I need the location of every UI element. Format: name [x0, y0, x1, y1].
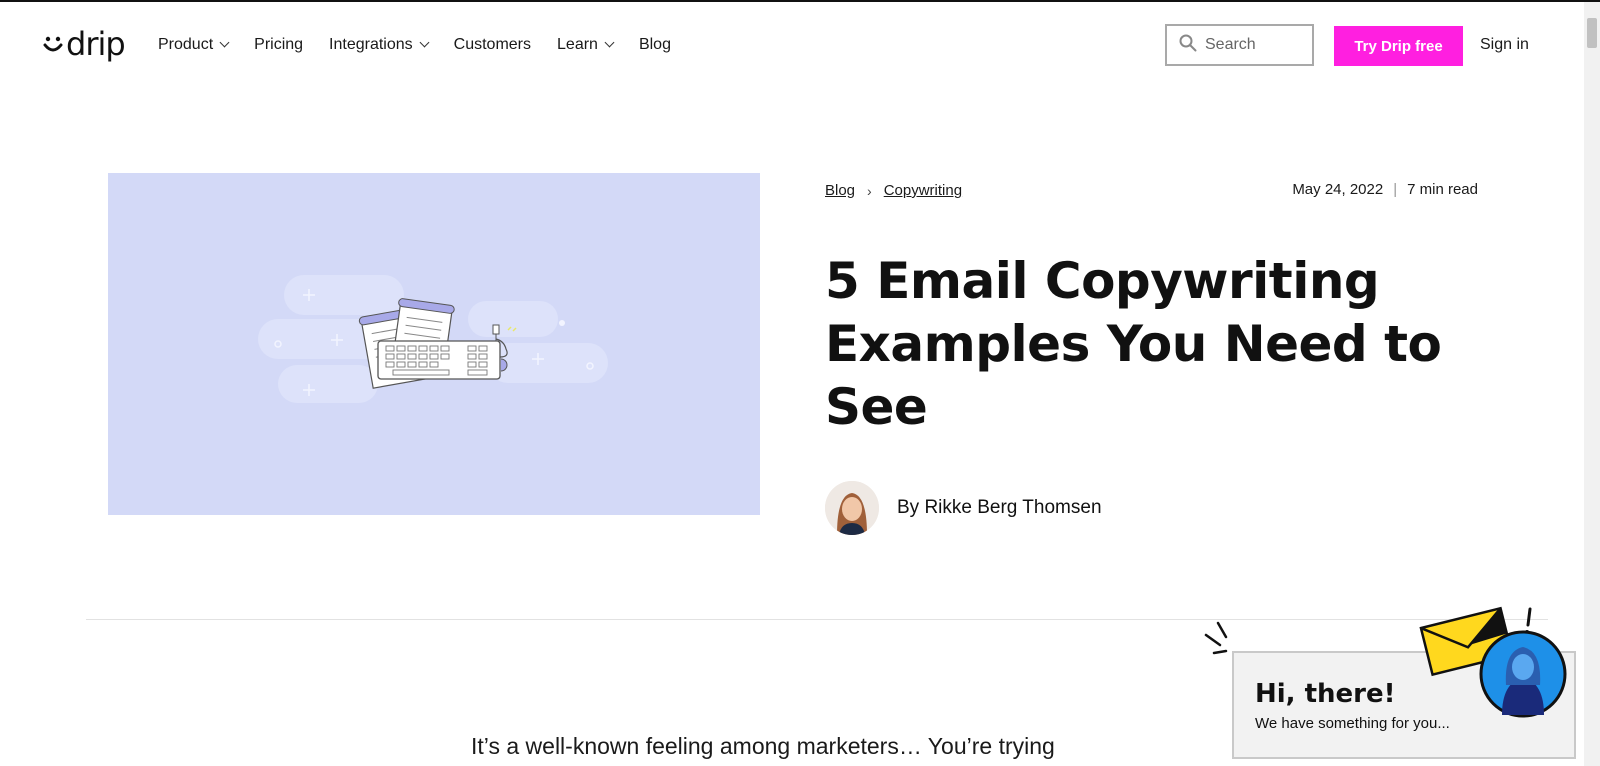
nav-links: Product Pricing Integrations Customers L… — [158, 36, 697, 54]
section-divider — [86, 619, 1548, 620]
drip-logo-icon — [42, 31, 64, 57]
chevron-right-icon: › — [867, 182, 872, 199]
scrollbar[interactable] — [1584, 2, 1600, 766]
nav-item-pricing[interactable]: Pricing — [254, 36, 303, 54]
nav-item-product[interactable]: Product — [158, 36, 230, 54]
scrollbar-thumb[interactable] — [1587, 18, 1597, 48]
search-icon — [1179, 34, 1197, 57]
nav-item-integrations[interactable]: Integrations — [329, 36, 430, 54]
nav-item-label: Product — [158, 36, 214, 53]
author-avatar — [825, 481, 879, 535]
chevron-down-icon — [419, 37, 430, 47]
try-drip-free-button[interactable]: Try Drip free — [1334, 26, 1463, 66]
breadcrumb-blog-link[interactable]: Blog — [825, 182, 855, 199]
nav-item-blog[interactable]: Blog — [639, 36, 671, 54]
chevron-down-icon — [604, 37, 615, 47]
nav-item-label: Customers — [453, 36, 532, 53]
breadcrumb-copywriting-link[interactable]: Copywriting — [884, 182, 962, 199]
article-title: 5 Email Copywriting Examples You Need to… — [825, 252, 1442, 436]
burst-icon — [1204, 621, 1228, 655]
nav-item-learn[interactable]: Learn — [557, 36, 615, 54]
drip-logo[interactable]: drip — [42, 25, 126, 63]
nav-item-customers[interactable]: Customers — [454, 36, 531, 54]
keyboard-illustration — [258, 275, 608, 403]
main-navigation: drip Product Pricing Integrations Custom… — [0, 2, 1584, 86]
author-byline[interactable]: By Rikke Berg Thomsen — [825, 481, 1102, 535]
publish-date: May 24, 2022 — [1292, 181, 1384, 198]
popup-subtitle: We have something for you... — [1255, 715, 1450, 732]
nav-item-label: Pricing — [254, 36, 304, 53]
article-meta: May 24, 2022 | 7 min read — [1292, 181, 1478, 198]
sign-in-link[interactable]: Sign in — [1480, 36, 1529, 54]
search-input[interactable] — [1205, 36, 1305, 54]
article-hero-image — [108, 173, 760, 515]
nav-item-label: Blog — [638, 36, 671, 53]
nav-item-label: Integrations — [329, 36, 413, 53]
read-time: 7 min read — [1407, 181, 1478, 198]
meta-divider: | — [1393, 181, 1398, 198]
nav-item-label: Learn — [557, 36, 598, 53]
promo-popup[interactable]: Hi, there! We have something for you... — [1232, 651, 1576, 759]
chevron-down-icon — [219, 37, 230, 47]
exclamation-icon — [1525, 607, 1532, 634]
logo-text: drip — [66, 25, 126, 63]
breadcrumb: Blog › Copywriting — [825, 182, 962, 199]
popup-title: Hi, there! — [1255, 679, 1396, 709]
author-name: By Rikke Berg Thomsen — [897, 497, 1102, 518]
search-box[interactable] — [1165, 24, 1314, 66]
article-intro-text: It’s a well-known feeling among marketer… — [471, 733, 1055, 759]
